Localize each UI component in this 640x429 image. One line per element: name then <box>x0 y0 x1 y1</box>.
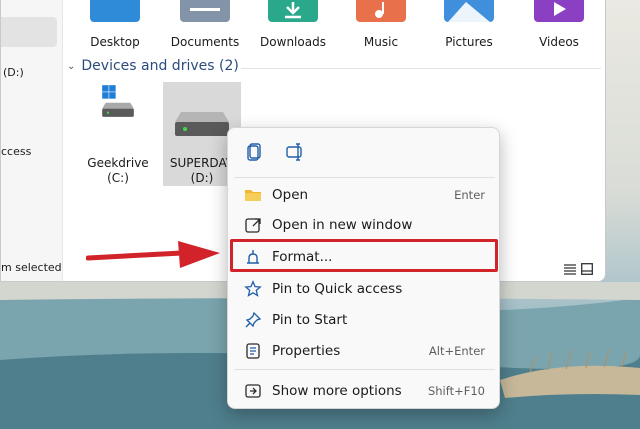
view-switcher <box>564 260 593 275</box>
videos-folder-icon <box>534 0 584 22</box>
music-folder-icon <box>356 0 406 22</box>
folder-label: Pictures <box>445 35 493 49</box>
tiles-view-icon[interactable] <box>581 260 593 275</box>
folder-open-icon <box>245 190 261 201</box>
properties-icon <box>246 343 260 359</box>
documents-folder-icon <box>180 0 230 22</box>
usb-drive-icon <box>175 112 229 136</box>
folder-documents[interactable]: Documents <box>165 0 245 49</box>
nav-item-quick-access[interactable]: ccess <box>1 145 31 158</box>
menu-divider <box>234 177 495 178</box>
section-divider <box>241 68 601 69</box>
navigation-pane: (D:) ccess <box>1 0 63 281</box>
menu-item-pin-start[interactable]: Pin to Start <box>232 305 497 335</box>
more-options-icon <box>245 384 261 398</box>
folder-label: Documents <box>170 35 240 49</box>
nav-selected-item[interactable] <box>1 17 57 47</box>
menu-item-pin-quick-access[interactable]: Pin to Quick access <box>232 274 497 304</box>
menu-item-shortcut: Alt+Enter <box>428 344 485 358</box>
pin-icon <box>245 311 262 328</box>
menu-item-shortcut: Shift+F10 <box>427 384 485 398</box>
details-view-icon[interactable] <box>564 260 576 275</box>
star-icon <box>244 280 262 297</box>
menu-divider <box>234 369 495 370</box>
folder-videos[interactable]: Videos <box>519 0 599 49</box>
menu-item-label: Open in new window <box>272 217 413 233</box>
nav-item-drive-d[interactable]: (D:) <box>3 66 24 79</box>
copy-icon[interactable] <box>244 141 266 163</box>
menu-item-show-more-options[interactable]: Show more options Shift+F10 <box>232 376 497 406</box>
open-new-window-icon <box>245 218 261 233</box>
menu-item-open[interactable]: Open Enter <box>232 180 497 210</box>
menu-item-label: Open <box>272 187 309 203</box>
folder-downloads[interactable]: Downloads <box>253 0 333 49</box>
red-arrow-annotation <box>86 241 220 268</box>
format-highlight-box <box>230 239 498 272</box>
devices-section-header[interactable]: ⌄ Devices and drives (2) <box>67 58 239 74</box>
windows-drive-icon <box>102 85 134 117</box>
menu-item-properties[interactable]: Properties Alt+Enter <box>232 336 497 366</box>
section-title: Devices and drives (2) <box>81 58 239 74</box>
rename-icon[interactable] <box>284 141 306 163</box>
chevron-down-icon: ⌄ <box>67 60 76 72</box>
desktop-folder-icon <box>90 0 140 22</box>
menu-item-label: Pin to Quick access <box>272 281 403 297</box>
menu-item-shortcut: Enter <box>454 188 485 202</box>
folder-label: Videos <box>539 35 579 49</box>
menu-item-open-new-window[interactable]: Open in new window <box>232 210 497 240</box>
downloads-folder-icon <box>268 0 318 22</box>
menu-item-label: Properties <box>272 343 341 359</box>
folder-label: Desktop <box>90 35 140 49</box>
drive-name: Geekdrive <box>87 156 149 170</box>
folder-pictures[interactable]: Pictures <box>429 0 509 49</box>
context-menu-toolbar <box>228 128 499 176</box>
pictures-folder-icon <box>444 0 494 22</box>
folder-label: Downloads <box>260 35 326 49</box>
menu-item-label: Show more options <box>272 383 402 399</box>
drive-letter: (C:) <box>107 171 129 185</box>
drive-c[interactable]: Geekdrive (C:) <box>79 82 157 186</box>
folder-label: Music <box>363 35 399 49</box>
folder-music[interactable]: Music <box>341 0 421 49</box>
folder-desktop[interactable]: Desktop <box>75 0 155 49</box>
status-bar-text: m selected <box>1 261 62 274</box>
menu-item-label: Pin to Start <box>272 312 348 328</box>
